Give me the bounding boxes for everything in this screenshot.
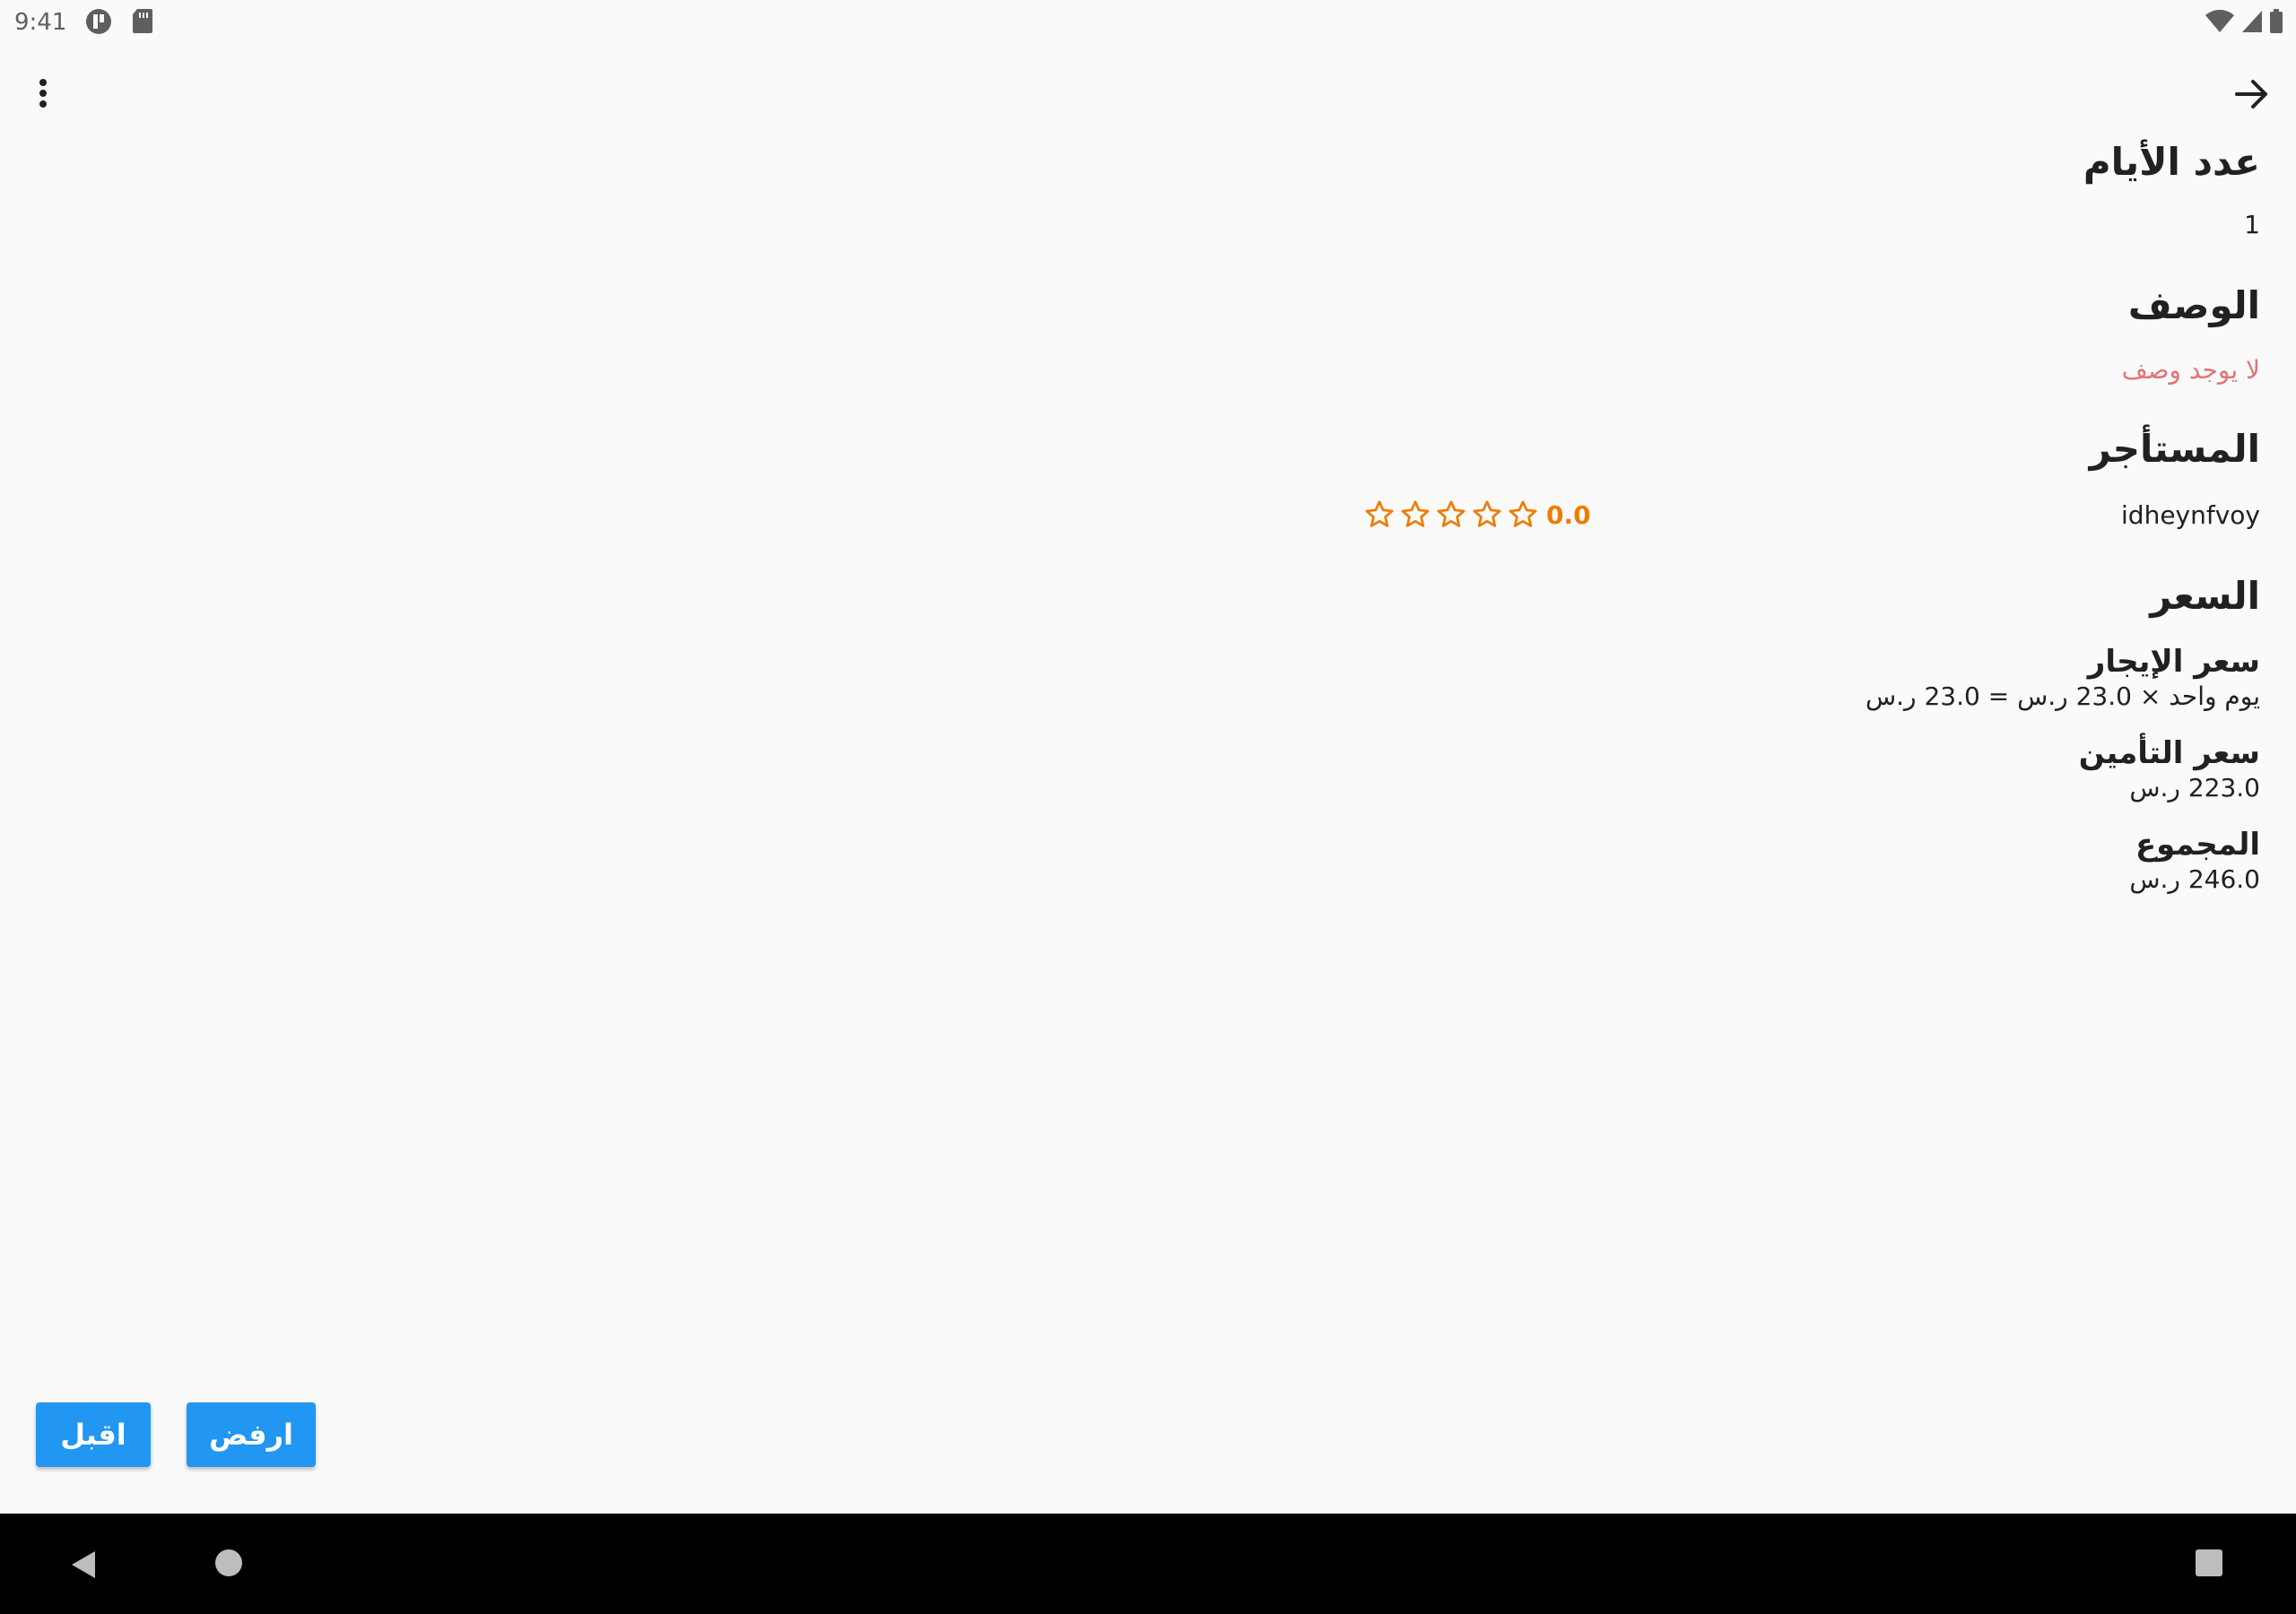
status-right-icons [2205, 9, 2283, 38]
star-outline-icon [1365, 500, 1394, 527]
nav-back-icon[interactable] [70, 1549, 97, 1584]
rent-price-title: سعر الإيجار [2087, 644, 2260, 680]
star-outline-icon [1509, 500, 1537, 527]
more-options-button[interactable] [23, 74, 63, 113]
description-title: الوصف [2127, 283, 2260, 327]
back-button[interactable] [2231, 74, 2273, 115]
days-value: 1 [2244, 210, 2260, 239]
battery-icon [2269, 9, 2283, 38]
days-title: عدد الأيام [2083, 140, 2260, 184]
nav-recents-icon[interactable] [2196, 1549, 2222, 1576]
wifi-icon [2205, 9, 2235, 38]
signal-icon [2240, 9, 2264, 38]
description-value: لا يوجد وصف [2121, 355, 2260, 385]
rent-price-value: يوم واحد × 23.0 ر.س = 23.0 ر.س [1865, 681, 2260, 711]
total-value: 246.0 ر.س [2129, 864, 2260, 894]
notification-app-icon [84, 7, 113, 39]
price-title: السعر [2150, 574, 2260, 618]
screen: 9:41 عدد الأيام 1 الوصف لا يوجد وصف المس… [0, 0, 2296, 1614]
insurance-title: سعر التأمين [2078, 735, 2260, 771]
star-outline-icon [1437, 500, 1465, 527]
sd-card-icon [131, 7, 154, 38]
status-time: 9:41 [14, 9, 67, 36]
arrow-forward-icon [2235, 80, 2267, 108]
more-vert-icon [39, 79, 47, 108]
rating-value: 0.0 [1546, 499, 1591, 530]
system-nav-bar [0, 1514, 2296, 1614]
status-bar: 9:41 [0, 0, 2296, 45]
renter-title: المستأجر [2089, 427, 2260, 471]
renter-name[interactable]: idheynfvoy [2121, 500, 2260, 530]
reject-button[interactable]: ارفض [187, 1402, 316, 1467]
renter-rating: 0.0 [1363, 499, 1591, 531]
star-outline-icon [1473, 500, 1501, 527]
insurance-value: 223.0 ر.س [2129, 773, 2260, 803]
star-outline-icon [1401, 500, 1430, 527]
total-title: المجموع [2135, 827, 2260, 863]
accept-button[interactable]: اقبل [36, 1402, 151, 1467]
nav-home-icon[interactable] [215, 1549, 242, 1576]
